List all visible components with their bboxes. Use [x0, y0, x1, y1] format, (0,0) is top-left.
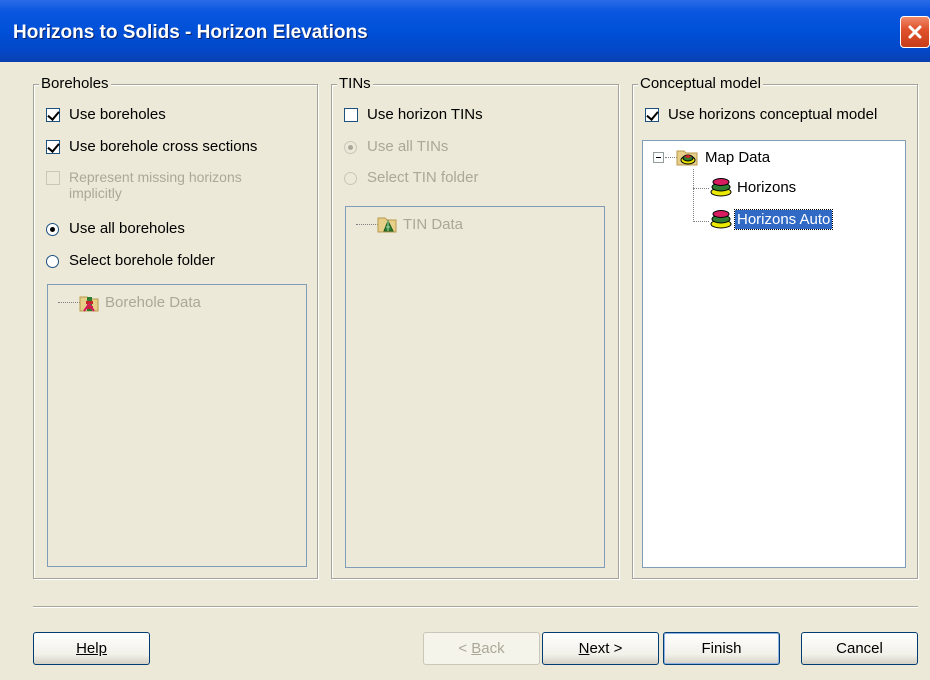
back-label-suffix: ack [481, 640, 505, 657]
tree-node-horizons-auto[interactable]: Horizons Auto [709, 208, 834, 230]
borehole-folder-icon [79, 296, 99, 312]
tree-connector [58, 302, 80, 303]
tree-node-label: TIN Data [403, 215, 464, 233]
collapse-icon[interactable] [653, 152, 664, 163]
back-label-prefix: < [458, 640, 472, 657]
borehole-tree[interactable]: Borehole Data [47, 284, 307, 567]
finish-label: Finish [701, 640, 742, 657]
use-boreholes-checkbox[interactable]: Use boreholes [46, 106, 166, 123]
checkbox-box[interactable] [46, 171, 60, 185]
select-borehole-folder-label: Select borehole folder [69, 252, 215, 269]
represent-missing-checkbox[interactable]: Represent missing horizons implicitly [46, 169, 242, 201]
tree-node-label: Horizons Auto [733, 208, 834, 230]
back-label-mnemonic: B [471, 640, 482, 657]
tin-folder-icon [377, 217, 397, 233]
button-separator [33, 606, 918, 608]
cancel-button[interactable]: Cancel [801, 632, 918, 665]
help-button[interactable]: Help [33, 632, 150, 665]
checkbox-box[interactable] [645, 108, 659, 122]
tins-legend: TINs [337, 75, 373, 92]
tree-node-borehole-data[interactable]: Borehole Data [78, 291, 203, 313]
use-all-boreholes-radio[interactable]: Use all boreholes [46, 220, 185, 237]
use-all-tins-label: Use all TINs [367, 138, 449, 155]
checkbox-box[interactable] [344, 108, 358, 122]
use-cross-sections-checkbox[interactable]: Use borehole cross sections [46, 138, 257, 155]
represent-missing-label: Represent missing horizons implicitly [69, 169, 242, 201]
tree-node-label: Horizons [737, 178, 797, 196]
tins-group: TINs Use horizon TINs Use all TINs Selec… [331, 75, 619, 579]
next-button[interactable]: Next > [542, 632, 659, 665]
select-tin-folder-label: Select TIN folder [367, 169, 479, 186]
tree-node-label: Map Data [705, 148, 771, 166]
use-horizon-tins-checkbox[interactable]: Use horizon TINs [344, 106, 483, 123]
tree-connector [693, 169, 694, 222]
map-data-folder-icon [676, 150, 698, 166]
conceptual-tree[interactable]: Map Data Horizons Horizons Auto [642, 140, 906, 568]
conceptual-model-group: Conceptual model Use horizons conceptual… [632, 75, 918, 579]
select-tin-folder-radio[interactable]: Select TIN folder [344, 169, 478, 186]
help-label: Help [76, 640, 107, 657]
radio-dot[interactable] [46, 223, 59, 236]
use-horizon-tins-label: Use horizon TINs [367, 106, 483, 123]
boreholes-legend: Boreholes [39, 75, 111, 92]
tree-connector [356, 224, 378, 225]
use-conceptual-label: Use horizons conceptual model [668, 106, 878, 123]
radio-dot[interactable] [46, 255, 59, 268]
boreholes-group: Boreholes Use boreholes Use borehole cro… [33, 75, 318, 579]
close-icon [908, 25, 922, 39]
next-label-suffix: ext > [589, 640, 623, 657]
tree-node-label: Borehole Data [105, 293, 201, 311]
title-bar[interactable]: Horizons to Solids - Horizon Elevations [0, 0, 930, 62]
conceptual-legend: Conceptual model [638, 75, 763, 92]
represent-missing-line2: implicitly [69, 185, 122, 201]
tree-node-map-data[interactable]: Map Data [675, 146, 772, 168]
horizons-icon [710, 210, 732, 229]
use-cross-sections-label: Use borehole cross sections [69, 138, 258, 155]
close-button[interactable] [900, 16, 930, 48]
horizons-icon [710, 178, 732, 197]
tin-tree[interactable]: TIN Data [345, 206, 605, 568]
use-all-boreholes-label: Use all boreholes [69, 220, 185, 237]
tree-connector [693, 188, 709, 189]
radio-dot[interactable] [344, 141, 357, 154]
use-all-tins-radio[interactable]: Use all TINs [344, 138, 448, 155]
tree-node-tin-data[interactable]: TIN Data [376, 213, 465, 235]
finish-button[interactable]: Finish [663, 632, 780, 665]
select-borehole-folder-radio[interactable]: Select borehole folder [46, 252, 215, 269]
use-conceptual-checkbox[interactable]: Use horizons conceptual model [645, 106, 877, 123]
tree-node-horizons[interactable]: Horizons [709, 176, 798, 198]
window-title: Horizons to Solids - Horizon Elevations [13, 22, 368, 43]
represent-missing-line1: Represent missing horizons [69, 169, 242, 185]
cancel-label: Cancel [836, 640, 883, 657]
back-button[interactable]: < Back [423, 632, 540, 665]
use-boreholes-label: Use boreholes [69, 106, 166, 123]
checkbox-box[interactable] [46, 108, 60, 122]
radio-dot[interactable] [344, 172, 357, 185]
next-label-mnemonic: N [578, 640, 590, 657]
checkbox-box[interactable] [46, 140, 60, 154]
dialog-window: Horizons to Solids - Horizon Elevations … [0, 0, 930, 680]
tree-connector [693, 221, 709, 222]
